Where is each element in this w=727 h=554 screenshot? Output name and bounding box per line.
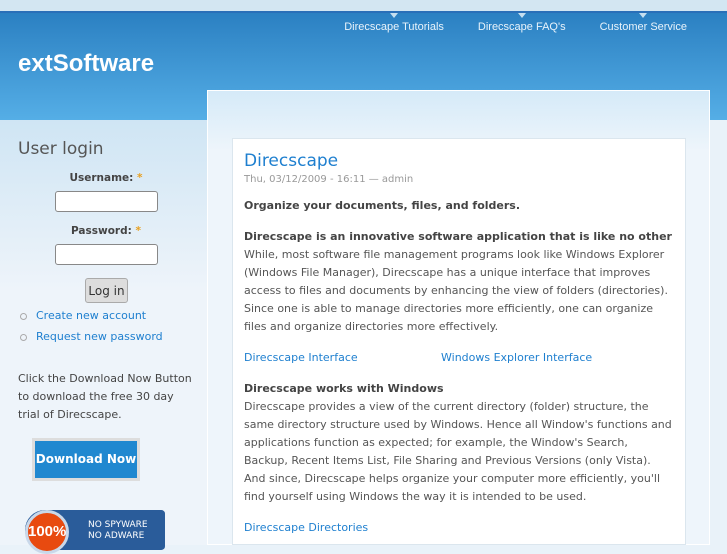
request-password-link[interactable]: Request new password xyxy=(20,330,163,343)
sidebar: User login Username: * Password: * Log i… xyxy=(0,120,207,554)
badge-line: NO ADWARE xyxy=(88,531,145,541)
nav-tutorials[interactable]: Direcscape Tutorials xyxy=(344,13,444,33)
section-heading: Direcscape is an innovative software app… xyxy=(244,230,672,243)
top-nav: Direcscape Tutorials Direcscape FAQ's Cu… xyxy=(344,13,687,33)
password-label: Password: * xyxy=(71,225,141,237)
login-title: User login xyxy=(18,139,104,159)
username-input[interactable] xyxy=(55,191,158,212)
directories-link[interactable]: Direcscape Directories xyxy=(244,521,368,534)
top-band xyxy=(0,0,727,13)
badge-percent: 100% xyxy=(25,510,69,554)
interface-link[interactable]: Direcscape Interface xyxy=(244,349,441,367)
section-text: Direcscape provides a view of the curren… xyxy=(244,400,672,503)
article: Direcscape Thu, 03/12/2009 - 16:11 — adm… xyxy=(232,138,686,545)
no-spyware-badge: 100% NO SPYWARE NO ADWARE xyxy=(25,510,165,554)
article-meta: Thu, 03/12/2009 - 16:11 — admin xyxy=(244,174,414,185)
login-button[interactable]: Log in xyxy=(85,278,128,303)
badge-line: NO SPYWARE xyxy=(88,520,148,530)
section-heading: Direcscape works with Windows xyxy=(244,382,444,395)
promo-text: Click the Download Now Button to downloa… xyxy=(18,372,192,421)
article-title[interactable]: Direcscape xyxy=(244,151,674,171)
create-account-link[interactable]: Create new account xyxy=(20,309,146,322)
site-logo[interactable]: extSoftware xyxy=(18,50,154,78)
nav-faqs[interactable]: Direcscape FAQ's xyxy=(478,13,566,33)
explorer-interface-link[interactable]: Windows Explorer Interface xyxy=(441,349,638,367)
article-lead: Organize your documents, files, and fold… xyxy=(244,199,521,212)
nav-customer-service[interactable]: Customer Service xyxy=(600,13,687,33)
username-label: Username: * xyxy=(69,172,143,184)
password-input[interactable] xyxy=(55,244,158,265)
download-now-button[interactable]: Download Now xyxy=(32,438,140,481)
section-text: While, most software file management pro… xyxy=(244,248,668,333)
